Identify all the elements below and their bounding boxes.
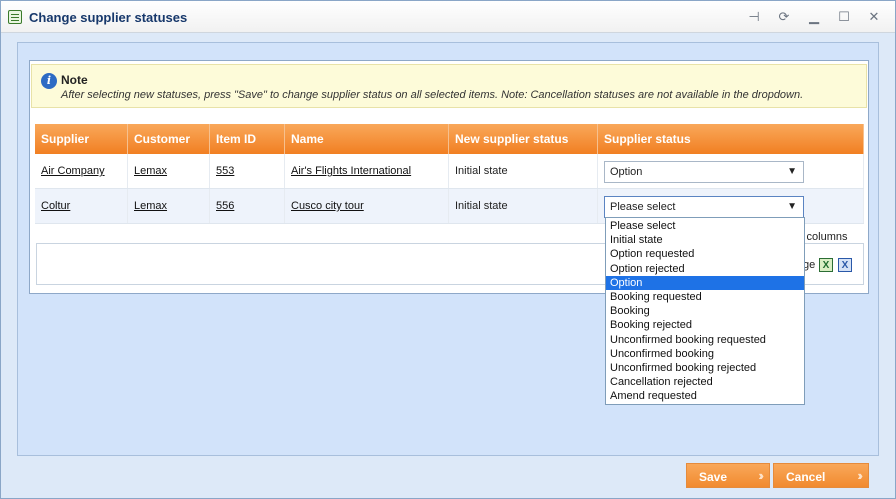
item-name-link[interactable]: Cusco city tour (291, 200, 364, 212)
export-excel-icon[interactable]: X (819, 258, 833, 272)
column-header-supplier[interactable]: Supplier (35, 124, 128, 154)
dropdown-option[interactable]: Booking requested (606, 290, 804, 304)
column-header-customer[interactable]: Customer (128, 124, 210, 154)
dropdown-option[interactable]: Booking rejected (606, 318, 804, 332)
double-chevron-right-icon: ›› (758, 468, 763, 483)
double-chevron-right-icon: ›› (857, 468, 862, 483)
supplier-status-select[interactable]: Option ▼ (604, 161, 804, 183)
dropdown-option[interactable]: Booking (606, 304, 804, 318)
select-value: Please select (610, 201, 676, 213)
dialog-title: Change supplier statuses (29, 10, 188, 25)
select-value: Option (610, 166, 643, 178)
save-button[interactable]: Save ›› (686, 463, 770, 488)
new-status-text: Initial state (455, 165, 508, 177)
item-name-link[interactable]: Air's Flights International (291, 165, 411, 177)
dropdown-arrow-icon[interactable]: ▼ (787, 201, 797, 212)
customer-link[interactable]: Lemax (134, 200, 167, 212)
supplier-grid: Supplier Customer Item ID Name New suppl… (35, 124, 864, 224)
pin-icon[interactable]: ⊣ (745, 8, 763, 26)
dropdown-option[interactable]: Cancellation rejected (606, 375, 804, 389)
supplier-link[interactable]: Air Company (41, 165, 105, 177)
note-title: Note (61, 73, 88, 87)
refresh-icon[interactable]: ⟳ (775, 8, 793, 26)
dropdown-arrow-icon[interactable]: ▼ (787, 166, 797, 177)
cancel-button-label: Cancel (786, 470, 826, 484)
dropdown-option[interactable]: Amend requested (606, 389, 804, 403)
dropdown-option[interactable]: Unconfirmed booking requested (606, 333, 804, 347)
dropdown-option[interactable]: Unconfirmed booking (606, 347, 804, 361)
dropdown-option[interactable]: Please select (606, 219, 804, 233)
supplier-status-dropdown-list[interactable]: Please select Initial state Option reque… (605, 217, 805, 405)
table-row: Air Company Lemax 553 Air's Flights Inte… (35, 154, 864, 189)
title-bar[interactable]: Change supplier statuses ⊣ ⟳ ▁ ☐ ✕ (1, 1, 895, 33)
save-button-label: Save (699, 470, 728, 484)
column-header-new-status[interactable]: New supplier status (449, 124, 598, 154)
column-header-name[interactable]: Name (285, 124, 449, 154)
item-id-link[interactable]: 556 (216, 200, 234, 212)
dialog-list-icon (8, 10, 22, 24)
dropdown-option[interactable]: Unconfirmed booking rejected (606, 361, 804, 375)
dropdown-option-highlighted[interactable]: Option (606, 275, 804, 290)
item-id-link[interactable]: 553 (216, 165, 234, 177)
grid-header: Supplier Customer Item ID Name New suppl… (35, 124, 864, 154)
export-csv-icon[interactable]: X (838, 258, 852, 272)
dropdown-option[interactable]: Option rejected (606, 262, 804, 276)
supplier-link[interactable]: Coltur (41, 200, 70, 212)
info-icon: i (41, 73, 57, 89)
close-icon[interactable]: ✕ (865, 8, 883, 26)
cancel-button[interactable]: Cancel ›› (773, 463, 869, 488)
note-text: After selecting new statuses, press "Sav… (61, 89, 804, 101)
supplier-status-select[interactable]: Please select ▼ (604, 196, 804, 218)
edit-columns-link[interactable]: it columns (798, 231, 848, 243)
new-status-text: Initial state (455, 200, 508, 212)
customer-link[interactable]: Lemax (134, 165, 167, 177)
minimize-icon[interactable]: ▁ (805, 8, 823, 26)
column-header-item-id[interactable]: Item ID (210, 124, 285, 154)
dropdown-option[interactable]: Option requested (606, 247, 804, 261)
dropdown-option[interactable]: Initial state (606, 233, 804, 247)
column-header-supplier-status[interactable]: Supplier status (598, 124, 864, 154)
note-box: i Note After selecting new statuses, pre… (31, 64, 867, 108)
maximize-icon[interactable]: ☐ (835, 8, 853, 26)
